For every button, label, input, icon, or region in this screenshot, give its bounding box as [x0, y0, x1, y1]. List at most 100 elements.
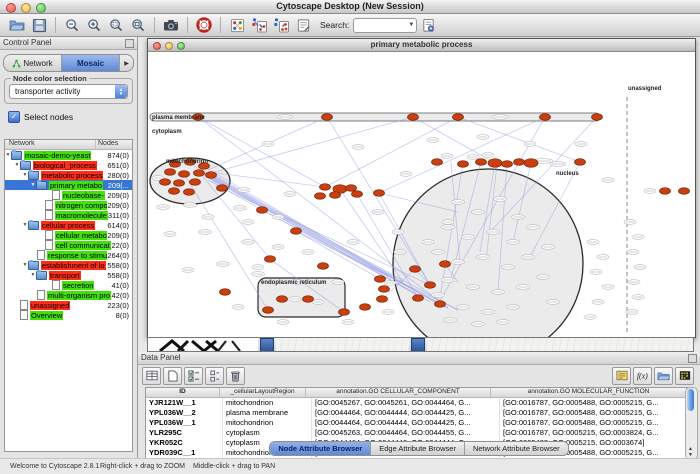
background-window-edge[interactable] [427, 338, 693, 351]
network-node[interactable] [190, 179, 201, 186]
network-node[interactable] [315, 193, 326, 200]
tree-row[interactable]: ▼mosaic-demo-yeast874(0) [5, 150, 132, 160]
network-node[interactable] [160, 179, 171, 186]
network-node[interactable] [575, 159, 586, 166]
table-cell[interactable]: [GO:0045267, GO:0045261, GO:0044464, G..… [312, 398, 500, 408]
tree-row-label[interactable]: biological_process [33, 161, 97, 170]
float-panel-icon[interactable] [688, 354, 697, 363]
tree-row-label[interactable]: Overview [30, 311, 63, 320]
tab-edge-attribute-browser[interactable]: Edge Attribute Browser [371, 442, 465, 455]
table-row[interactable]: YPL036W__2plasma membrane[GO:0044464, GO… [146, 408, 687, 418]
network-node[interactable] [257, 207, 268, 214]
zoom-in-icon[interactable] [84, 16, 104, 35]
table-cell[interactable]: [GO:0044464, GO:0044444, GO:0044425, G..… [312, 408, 500, 418]
table-column-header[interactable]: ID [146, 388, 220, 397]
network-node[interactable] [413, 295, 424, 302]
table-cell[interactable]: [GO:0016787, GO:0005488, GO:0005215, G..… [500, 398, 687, 408]
attribute-table-header[interactable]: ID_cellularLayoutRegionannotation.GO CEL… [146, 388, 687, 398]
save-session-icon[interactable] [29, 16, 49, 35]
tree-row[interactable]: ▼establishment of lo558(0) [5, 260, 132, 270]
network-edge[interactable] [327, 117, 430, 285]
table-cell[interactable]: [GO:0016787, GO:0005488, GO:0005215, G..… [500, 408, 687, 418]
network-node[interactable] [330, 192, 341, 199]
tree-row-label[interactable]: macromolecule [55, 211, 108, 220]
network-node[interactable] [453, 114, 464, 121]
attribute-table-icon[interactable] [142, 367, 161, 385]
tab-network[interactable]: Network [4, 55, 62, 71]
network-node[interactable] [375, 276, 386, 283]
tree-row-label[interactable]: cellular metabo [55, 231, 107, 240]
table-cell[interactable]: [GO:0044464, GO:0044444, GO:0044425, G..… [312, 418, 500, 428]
table-row[interactable]: YPL036W__1mitochondrion[GO:0044464, GO:0… [146, 418, 687, 428]
background-window-icon[interactable] [260, 338, 274, 352]
tree-row-label[interactable]: cellular process [41, 221, 95, 230]
tree-row-label[interactable]: metabolic process [41, 171, 103, 180]
attribute-matrix-icon[interactable] [675, 367, 694, 385]
tree-row[interactable]: ▼primary metabo209(... [5, 180, 132, 190]
tree-row[interactable]: nucleobase-209(0) [5, 190, 132, 200]
tree-row[interactable]: secretion41(0) [5, 280, 132, 290]
table-cell[interactable]: [GO:0045263, GO:0044464, GO:0044455, G..… [312, 428, 500, 438]
network-node[interactable] [303, 296, 314, 303]
unselect-attributes-icon[interactable] [205, 367, 224, 385]
app-titlebar[interactable]: Cytoscape Desktop (New Session) [0, 0, 700, 14]
network-node[interactable] [179, 171, 190, 178]
tree-row-label[interactable]: multi-organism pro [47, 291, 111, 300]
network-node[interactable] [265, 256, 276, 263]
network-edge[interactable] [205, 173, 388, 276]
snapshot-camera-icon[interactable] [161, 16, 181, 35]
region-plasma-membrane[interactable] [150, 113, 600, 121]
network-node[interactable] [592, 114, 603, 121]
tree-row[interactable]: ▼cellular process614(0) [5, 220, 132, 230]
network-node[interactable] [435, 301, 446, 308]
network-node[interactable] [514, 159, 525, 166]
network-node[interactable] [277, 296, 288, 303]
function-builder-icon[interactable]: f(x) [633, 367, 652, 385]
network-node[interactable] [322, 114, 333, 121]
network-edge[interactable] [296, 231, 380, 279]
table-row[interactable]: YJR121W__1mitochondrion[GO:0045267, GO:0… [146, 398, 687, 408]
network-svg[interactable]: plasma membranecytoplasmmitochondrionnuc… [148, 52, 695, 337]
tree-row[interactable]: Overview8(0) [5, 310, 132, 320]
background-windows-strip[interactable] [147, 337, 694, 352]
search-text-field[interactable] [357, 20, 407, 31]
network-overview-icon[interactable] [227, 16, 247, 35]
destroy-view-icon[interactable] [271, 16, 291, 35]
network-node[interactable] [377, 296, 388, 303]
table-row[interactable]: YLR295Ccytoplasm[GO:0045263, GO:0044464,… [146, 428, 687, 438]
network-node[interactable] [352, 191, 363, 198]
table-scrollbar-thumb[interactable] [687, 389, 694, 411]
tab-mosaic[interactable]: Mosaic [62, 55, 120, 71]
tree-row-label[interactable]: nitrogen compo [55, 201, 107, 210]
background-window-edge[interactable] [276, 338, 409, 351]
tab-network-attribute-browser[interactable]: Network Attribute Browser [465, 442, 568, 455]
table-column-header[interactable]: annotation.GO MOLECULAR_FUNCTION [491, 388, 687, 397]
network-node[interactable] [346, 185, 357, 192]
network-node[interactable] [488, 159, 502, 168]
table-cell[interactable]: YPL036W__1 [146, 418, 223, 428]
network-node[interactable] [458, 161, 469, 168]
zoom-fit-icon[interactable] [128, 16, 148, 35]
tree-row[interactable]: response to stimul264(0) [5, 250, 132, 260]
network-view-window[interactable]: primary metabolic process plasma membran… [147, 38, 696, 338]
table-cell[interactable]: YPL036W__2 [146, 408, 223, 418]
tree-row[interactable]: macromolecule311(0) [5, 210, 132, 220]
network-node[interactable] [476, 159, 487, 166]
tree-column-network[interactable]: Network [5, 140, 96, 149]
tree-row[interactable]: ▼metabolic process280(0) [5, 170, 132, 180]
tab-node-attribute-browser[interactable]: Node Attribute Browser [270, 442, 371, 455]
network-node[interactable] [174, 180, 185, 187]
tree-row[interactable]: ▼biological_process651(0) [5, 160, 132, 170]
tree-column-nodes[interactable]: Nodes [96, 140, 132, 149]
select-attributes-icon[interactable] [184, 367, 203, 385]
open-session-icon[interactable] [7, 16, 27, 35]
network-node[interactable] [318, 263, 329, 270]
tree-row-label[interactable]: mosaic-demo-yeast [24, 151, 91, 160]
network-node[interactable] [660, 188, 671, 195]
tree-row-label[interactable]: secretion [62, 281, 94, 290]
network-node[interactable] [320, 184, 331, 191]
tree-row[interactable]: cellular metabo209(0) [5, 230, 132, 240]
new-attribute-icon[interactable] [163, 367, 182, 385]
network-node[interactable] [408, 114, 419, 121]
network-node[interactable] [679, 188, 690, 195]
